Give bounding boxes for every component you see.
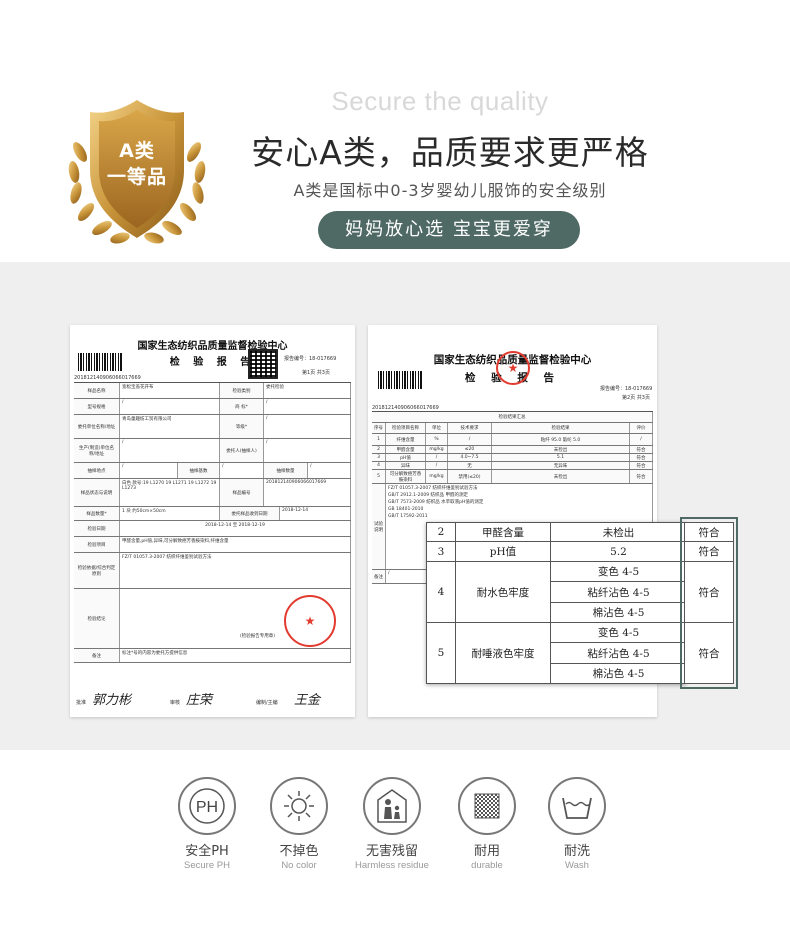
feature-sub: No color	[281, 860, 317, 871]
feature-sub: Secure PH	[184, 860, 230, 871]
doc1-title: 国家生态纺织品质量监督检验中心	[137, 341, 288, 352]
zoom-row-result: 粘纤沾色 4-5	[550, 581, 687, 603]
barcode-icon	[378, 371, 422, 389]
form-row: 检验依据/综合判定原则 FZ/T 01057.3-2007 纺织纤维鉴别试验方法	[74, 553, 351, 589]
feature-no-color: 不掉色 No color	[259, 777, 339, 871]
badge-line-2: 一等品	[106, 166, 167, 188]
zoom-row-result: 未检出	[550, 522, 687, 542]
barcode-icon	[78, 353, 122, 371]
zoom-row-result: 5.2	[550, 541, 687, 562]
table-row: 3 pH值 / 4.0~7.5 5.1 符合	[372, 454, 653, 462]
zoom-row-result: 粘纤沾色 4-5	[550, 642, 687, 664]
table-row: 1 纤维含量 % / 粘纤 95.0 氨纶 5.0 /	[372, 434, 653, 446]
slogan-pill: 妈妈放心选 宝宝更爱穿	[318, 211, 580, 249]
form-row: 型号规格 / 商 标* /	[74, 399, 351, 415]
sub-title: A类是国标中0-3岁婴幼儿服饰的安全级别	[293, 181, 607, 200]
header-section: A类 一等品 Secure the quality 安心A类，品质要求更严格 A…	[0, 0, 790, 262]
svg-text:PH: PH	[196, 799, 218, 816]
feature-label: 无害残留	[365, 844, 418, 859]
zoom-row-result: 变色 4-5	[550, 561, 687, 582]
doc2-report-no: 报告编号：18-017669	[600, 386, 653, 392]
zoom-row-result: 棉沾色 4-5	[550, 663, 687, 684]
doc1-report-no: 报告编号：18-017669	[284, 356, 337, 362]
feature-label: 耐洗	[563, 844, 590, 859]
zoom-row-no: 5	[426, 622, 456, 684]
evaluation-highlight-box: 符合 符合 符合 符合	[680, 517, 738, 689]
zoom-row-eval: 符合	[684, 561, 734, 623]
zoom-row-item: 耐唾液色牢度	[455, 622, 551, 684]
doc2-page: 第2页 共3页	[622, 395, 650, 401]
qr-code-icon	[248, 349, 278, 379]
feature-label: 不掉色	[279, 844, 319, 859]
main-title: 安心A类，品质要求更严格	[251, 133, 649, 172]
prepare-signature: 王金	[294, 693, 321, 708]
zoom-row-result: 变色 4-5	[550, 622, 687, 643]
red-seal-stamp	[284, 595, 336, 647]
zoom-row-item: pH值	[455, 541, 551, 562]
family-icon	[363, 777, 421, 835]
table-row: 4 异味 / 无 无异味 符合	[372, 462, 653, 470]
wash-icon	[548, 777, 606, 835]
form-row: 样品数量* 1 块 约50cm×50cm 委托样品收到日期 2018-12-14	[74, 507, 351, 521]
form-row: 检验日期 2018-12-14 至 2018-12-19	[74, 521, 351, 537]
feature-sub: Wash	[565, 860, 589, 871]
approve-signature: 郭力彬	[92, 693, 132, 708]
feature-harmless: 无害残留 Harmless residue	[352, 777, 432, 871]
feature-label: 耐用	[473, 844, 500, 859]
zoom-row-eval: 符合	[684, 622, 734, 684]
zoom-row-no: 3	[426, 541, 456, 562]
form-row: 生产(制造)单位名称/地址 / 委托人(抽样人) /	[74, 439, 351, 463]
zoom-row-item: 耐水色牢度	[455, 561, 551, 623]
feature-sub: durable	[471, 860, 503, 871]
form-row: 样品状态与说明 白色 款号:19 L1270 19 L1271 19 L1272…	[74, 479, 351, 507]
zoomed-result-table: 2 甲醛含量 未检出 3 pH值 5.2 4 耐水色牢度 变色 4-5 粘纤沾色…	[426, 522, 687, 684]
form-row: 委托单位名称/地址 青岛童趣纺工贸有限公司 等级* /	[74, 415, 351, 439]
feature-label: 安全PH	[185, 844, 229, 859]
feature-sub: Harmless residue	[355, 860, 429, 871]
zoom-row-eval: 符合	[684, 541, 734, 562]
table-row: 2 甲醛含量 mg/kg ≤20 未检出 符合	[372, 446, 653, 454]
doc1-page: 第1页 共3页	[302, 370, 330, 376]
zoom-row-no: 2	[426, 522, 456, 542]
zoom-row-result: 棉沾色 4-5	[550, 602, 687, 623]
review-signature: 庄荣	[186, 693, 213, 708]
sun-icon	[270, 777, 328, 835]
form-row: 样品名称 宽松宝盖花开布 检验类别 委托检验	[74, 383, 351, 399]
red-seal-stamp	[496, 351, 530, 385]
feature-wash: 耐洗 Wash	[537, 777, 617, 871]
form-row: 备注 标注*号的内容为委托方提供信息	[74, 649, 351, 663]
zoom-row-eval: 符合	[684, 522, 734, 542]
zoom-row-item: 甲醛含量	[455, 522, 551, 542]
ph-icon: PH	[178, 777, 236, 835]
form-row: 抽样地点 / 抽样基数 / 抽样数量 /	[74, 463, 351, 479]
form-row: 检验项目 甲醛含量,pH值,异味,可分解致癌芳香胺染料,纤维含量	[74, 537, 351, 553]
inspection-report-page-1: 国家生态纺织品质量监督检验中心 检 验 报 告 报告编号：18-017669 第…	[70, 325, 355, 717]
feature-safe-ph: PH 安全PH Secure PH	[167, 777, 247, 871]
grade-a-badge: A类 一等品	[58, 92, 216, 252]
doc1-code: 201812140906066017669	[74, 375, 141, 381]
badge-line-1: A类	[119, 140, 155, 162]
english-tagline: Secure the quality	[331, 86, 549, 116]
fabric-icon	[458, 777, 516, 835]
feature-durable: 耐用 durable	[447, 777, 527, 871]
zoom-row-no: 4	[426, 561, 456, 623]
table-row: 5 可分解致癌芳香胺染料 mg/kg 禁用(≤20) 未检出 符合	[372, 470, 653, 484]
